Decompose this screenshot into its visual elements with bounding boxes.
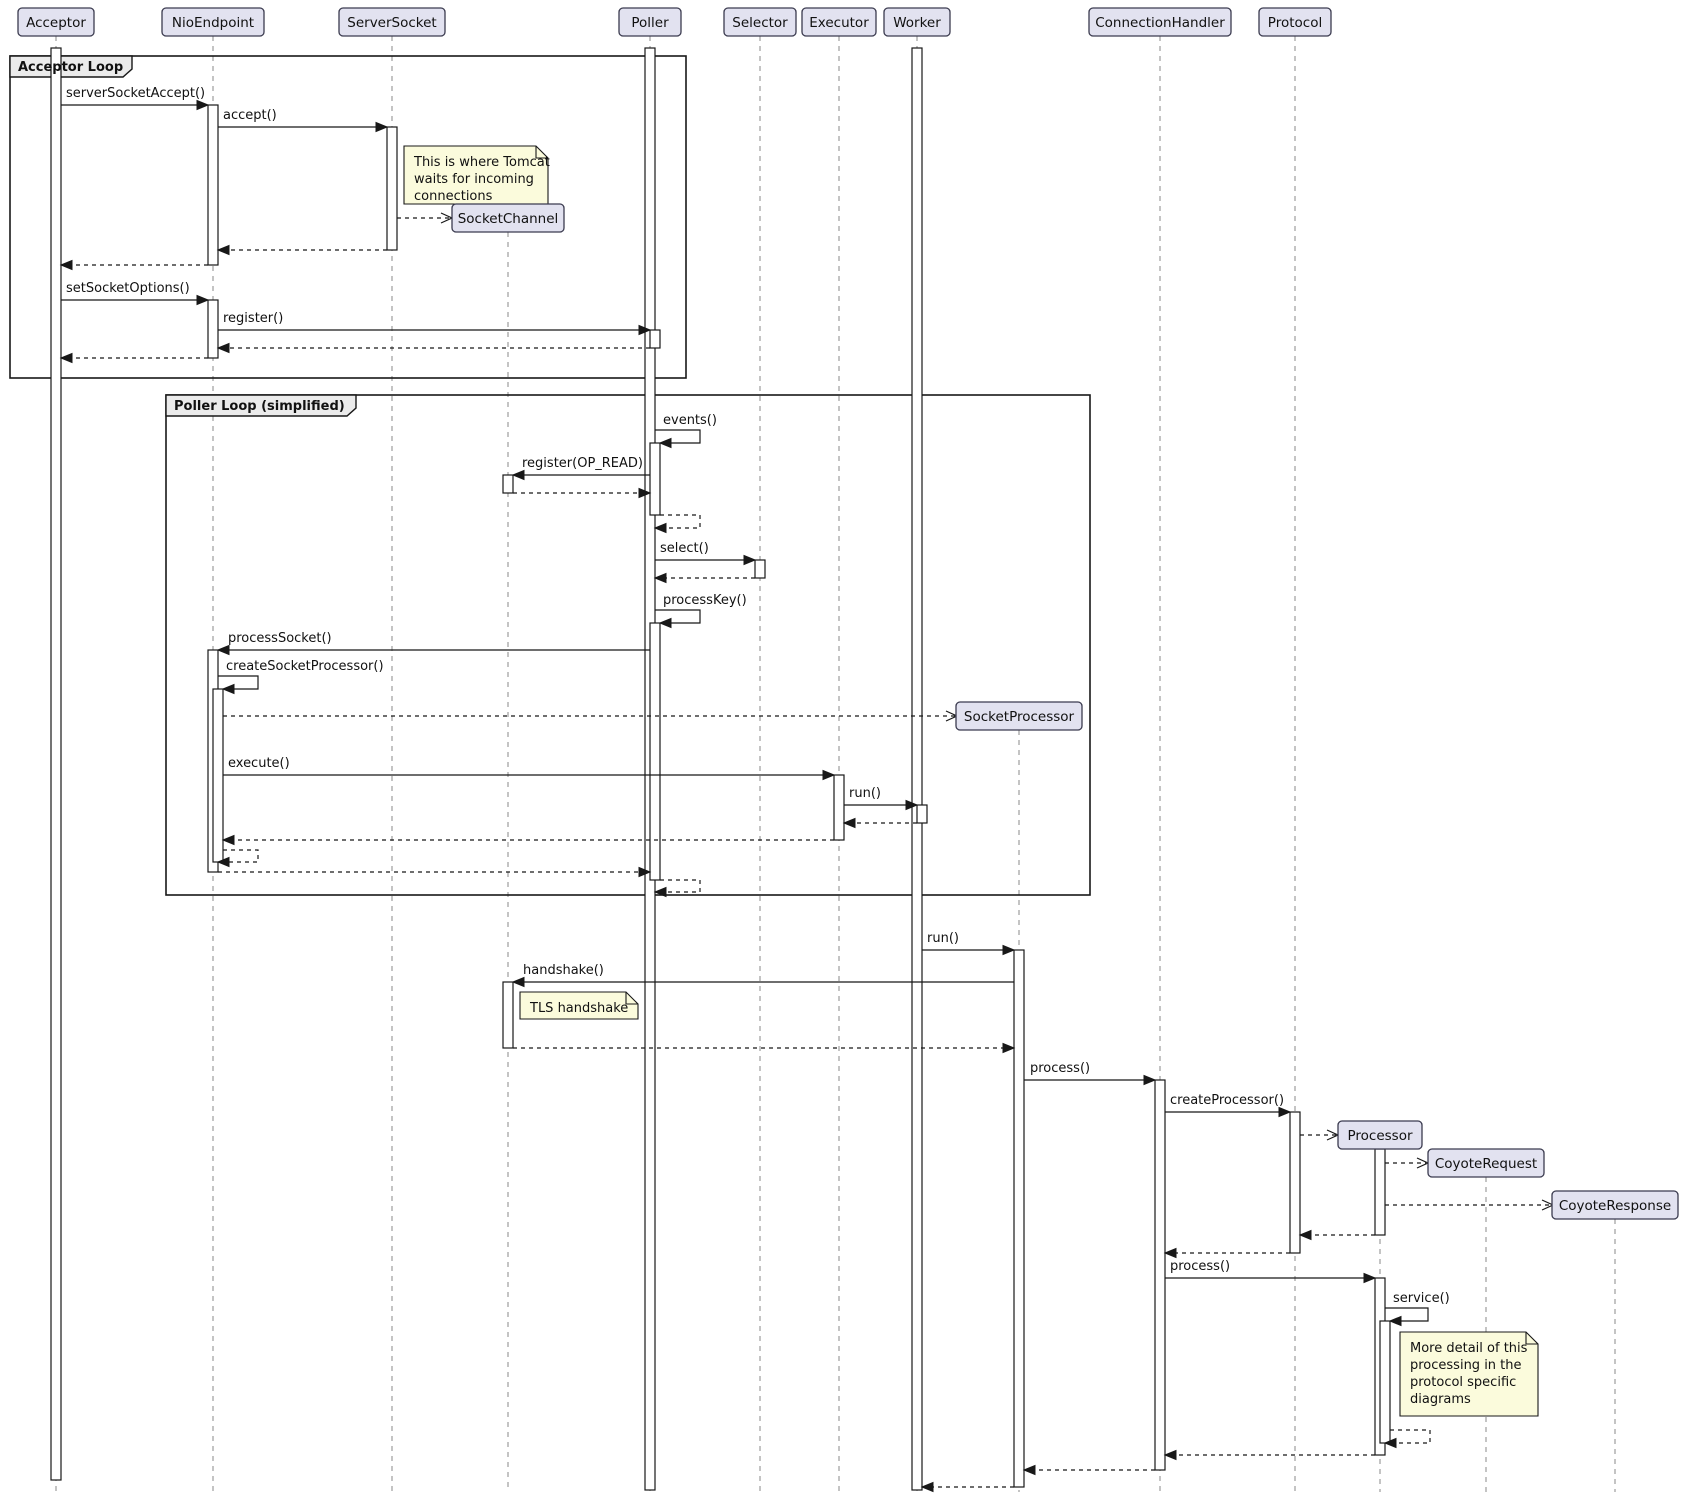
self-message-line-processKey() <box>655 610 700 623</box>
self-message-line-service() <box>1385 1308 1428 1321</box>
arrowhead <box>655 524 666 533</box>
arrowhead <box>922 1483 933 1492</box>
message-label: serverSocketAccept() <box>66 86 205 101</box>
note-line: protocol specific <box>1410 1375 1516 1390</box>
activation-bar <box>213 689 223 862</box>
note-line: More detail of this <box>1410 1341 1528 1356</box>
frame-label: Poller Loop (simplified) <box>174 399 345 414</box>
arrowhead <box>513 471 524 480</box>
participant-label: Selector <box>732 15 788 31</box>
arrowhead <box>823 771 834 780</box>
arrowhead <box>1364 1274 1375 1283</box>
arrowhead <box>1003 946 1014 955</box>
diagram-canvas: Acceptor Loop Poller Loop (simplified) ser… <box>0 0 1682 1495</box>
message-label: accept() <box>223 108 277 123</box>
note-line: connections <box>414 189 493 204</box>
participant-label: Acceptor <box>26 15 86 31</box>
message-label: setSocketOptions() <box>66 281 190 296</box>
participant-label: NioEndpoint <box>172 15 254 31</box>
activation-bar <box>650 330 660 348</box>
participant-label: SocketProcessor <box>964 709 1075 725</box>
note-line: diagrams <box>1410 1392 1471 1407</box>
participant-label: ConnectionHandler <box>1095 15 1225 31</box>
message-label: process() <box>1170 1259 1230 1274</box>
activation-bar <box>1014 950 1024 1487</box>
activation-bar <box>1375 1149 1385 1235</box>
participant-label: SocketChannel <box>458 211 559 227</box>
activation-bar <box>650 443 660 515</box>
activation-bar <box>650 623 660 880</box>
arrowhead <box>1144 1076 1155 1085</box>
activation-bar <box>834 775 844 840</box>
note-line: TLS handshake <box>529 1001 628 1016</box>
arrowhead <box>844 819 855 828</box>
self-message-line-createSocketProcessor() <box>218 676 258 689</box>
arrowhead <box>1300 1231 1311 1240</box>
participant-label: CoyoteResponse <box>1559 1198 1671 1214</box>
arrowhead <box>1003 1044 1014 1053</box>
message-label: events() <box>663 413 717 428</box>
message-label: run() <box>927 931 959 946</box>
activation-bar <box>503 475 513 493</box>
participant-label: Poller <box>631 15 669 31</box>
arrowhead <box>1390 1317 1401 1326</box>
arrowhead <box>376 123 387 132</box>
arrowhead <box>218 246 229 255</box>
arrowhead <box>197 101 208 110</box>
participant-label: Worker <box>893 15 941 31</box>
arrowhead <box>655 574 666 583</box>
message-label: select() <box>660 541 709 556</box>
frame-label: Acceptor Loop <box>18 60 123 75</box>
activation-bar <box>755 560 765 578</box>
message-label: processSocket() <box>228 631 332 646</box>
arrowhead <box>1165 1451 1176 1460</box>
arrowhead <box>218 646 229 655</box>
message-label: process() <box>1030 1061 1090 1076</box>
activation-bar <box>1155 1080 1165 1470</box>
arrowhead <box>513 978 524 987</box>
note-line: This is where Tomcat <box>413 155 550 170</box>
activation-bar <box>1380 1321 1390 1443</box>
message-label: handshake() <box>523 963 604 978</box>
note-line: waits for incoming <box>414 172 534 187</box>
activation-bar <box>208 105 218 265</box>
arrowhead <box>1024 1466 1035 1475</box>
activation-bar <box>51 48 61 1480</box>
message-label: run() <box>849 786 881 801</box>
message-label: register() <box>223 311 283 326</box>
participant-label: ServerSocket <box>347 15 436 31</box>
arrowhead <box>660 439 671 448</box>
message-label: service() <box>1393 1291 1450 1306</box>
arrowhead <box>197 296 208 305</box>
arrowhead <box>223 685 234 694</box>
sequence-diagram: Acceptor Loop Poller Loop (simplified) ser… <box>0 0 1682 1495</box>
arrowhead <box>744 556 755 565</box>
message-label: createProcessor() <box>1170 1093 1284 1108</box>
participant-label: CoyoteRequest <box>1435 1156 1537 1172</box>
message-label: register(OP_READ) <box>522 456 643 471</box>
activation-bar <box>917 805 927 823</box>
arrowhead <box>1279 1108 1290 1117</box>
activation-bar <box>1290 1112 1300 1253</box>
activation-bar <box>912 48 922 1490</box>
participant-label: Protocol <box>1268 15 1322 31</box>
arrowhead <box>61 354 72 363</box>
arrowhead <box>218 344 229 353</box>
message-label: createSocketProcessor() <box>226 659 384 674</box>
activation-bar <box>503 982 513 1048</box>
message-label: processKey() <box>663 593 747 608</box>
arrowhead <box>223 836 234 845</box>
message-label: execute() <box>228 756 290 771</box>
participant-label: Executor <box>809 15 869 31</box>
self-message-line-events() <box>655 430 700 443</box>
participant-label: Processor <box>1347 1128 1412 1144</box>
arrowhead <box>1165 1249 1176 1258</box>
arrowhead <box>660 619 671 628</box>
note-line: processing in the <box>1410 1358 1522 1373</box>
arrowhead <box>61 261 72 270</box>
activation-bar <box>387 127 397 250</box>
activation-bar <box>208 300 218 358</box>
